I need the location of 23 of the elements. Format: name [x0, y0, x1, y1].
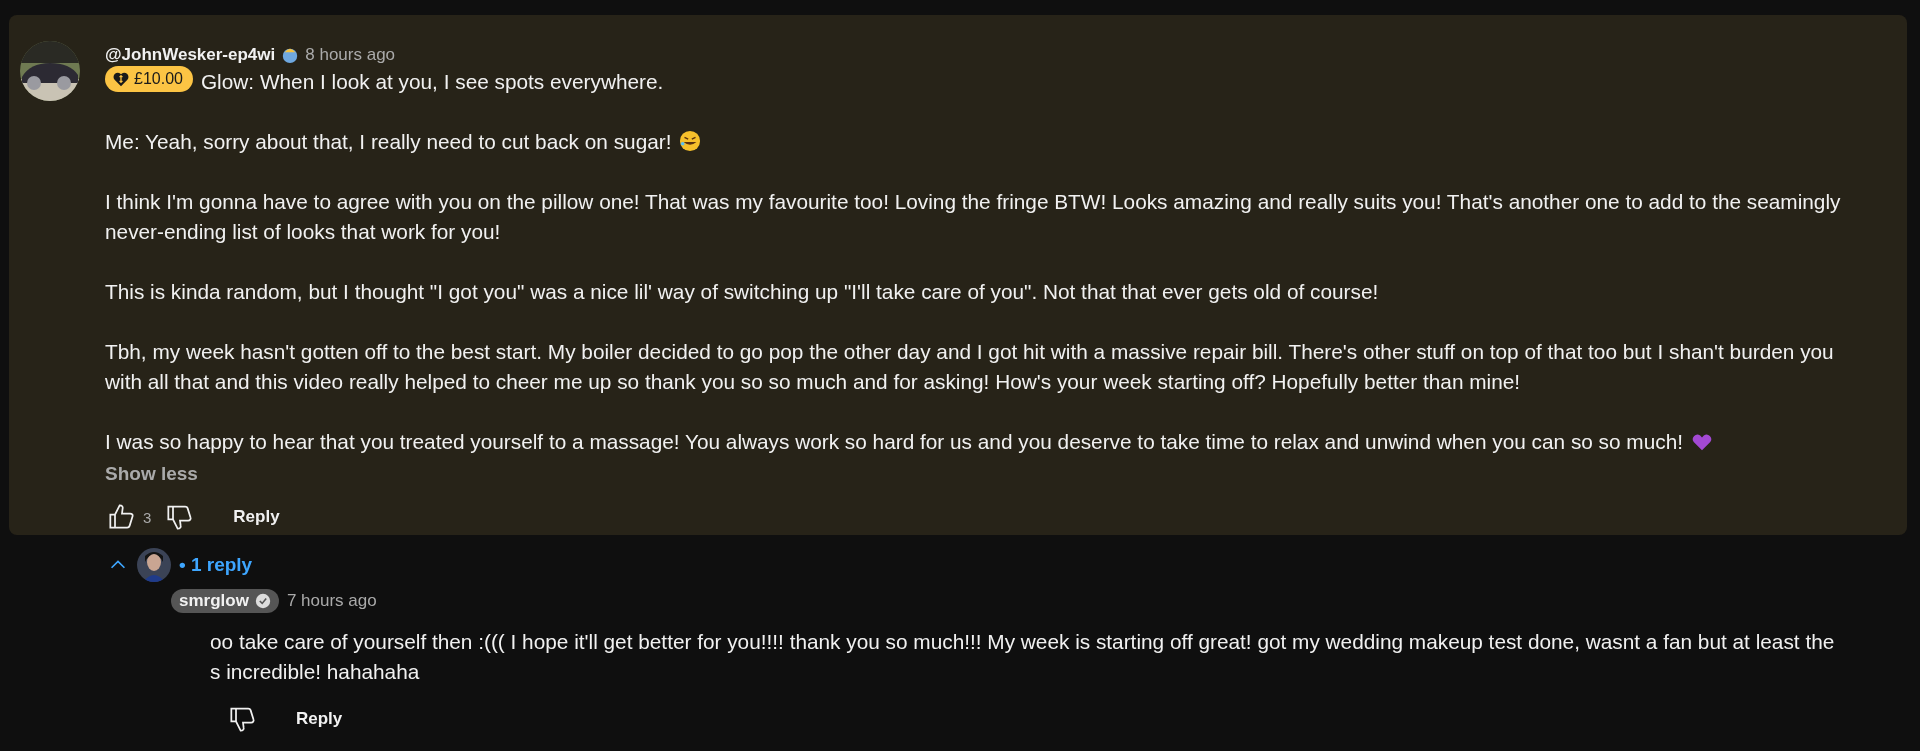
show-less-link[interactable]: Show less — [105, 463, 198, 485]
comment-paragraph: I think I'm gonna have to agree with you on the pillow one! That was my favourite too! Loving the fringe BTW! Looks amazing and really suits you! That's another one to add to the seamingly never-ending list of looks that work for you! — [105, 189, 1841, 245]
reply-button[interactable]: Reply — [280, 701, 359, 737]
member-badge-icon — [281, 46, 300, 64]
replies-toggle[interactable]: • 1 reply — [107, 549, 253, 581]
comment-paragraph: This is kinda random, but I thought "I got you" was a nice lil' way of switching up "I'll take care of you". Not that that ever gets old of course! — [105, 279, 1380, 305]
reply-text: oo take care of yourself then :((( I hope it'll get better for you!!!! thank you so much!!! My week is starting off great! got my wedding makeup test done, wasnt a fan but at least the s incredible! hahahaha — [210, 629, 1836, 685]
comment-paragraph: Tbh, my week hasn't gotten off to the best start. My boiler decided to go pop the other day and I got hit with a massive repair bill. There's other stuff on top of that too but I shan't burden you with all that and this video really helped to cheer me up so thank you so so much and for asking! How's your week starting off? Hopefully better than mine! — [105, 339, 1835, 395]
heart-coin-icon — [113, 71, 129, 87]
like-count: 3 — [143, 508, 152, 526]
comment-paragraph: Me: Yeah, sorry about that, I really need to cut back on sugar! — [105, 127, 1841, 157]
thumbs-up-icon — [108, 503, 136, 531]
verified-check-icon — [254, 593, 271, 609]
thumbs-down-icon — [166, 503, 195, 531]
comment-paragraph: £10.00 Glow: When I look at you, I see spots everywhere. — [105, 66, 1841, 97]
comment-paragraph: I was so happy to hear that you treated yourself to a massage! You always work so hard for us and you deserve to take time to relax and unwind when you can so so much! — [105, 427, 1841, 457]
donation-badge: £10.00 — [105, 66, 193, 92]
reply-author[interactable]: smrglow — [171, 589, 279, 613]
reply-time: 7 hours ago — [286, 591, 377, 611]
thumbs-down-icon — [229, 705, 257, 733]
reply-button[interactable]: Reply — [217, 499, 296, 535]
comment-author[interactable]: @JohnWesker-ep4wi — [105, 45, 276, 65]
comment-time: 8 hours ago — [305, 45, 396, 65]
